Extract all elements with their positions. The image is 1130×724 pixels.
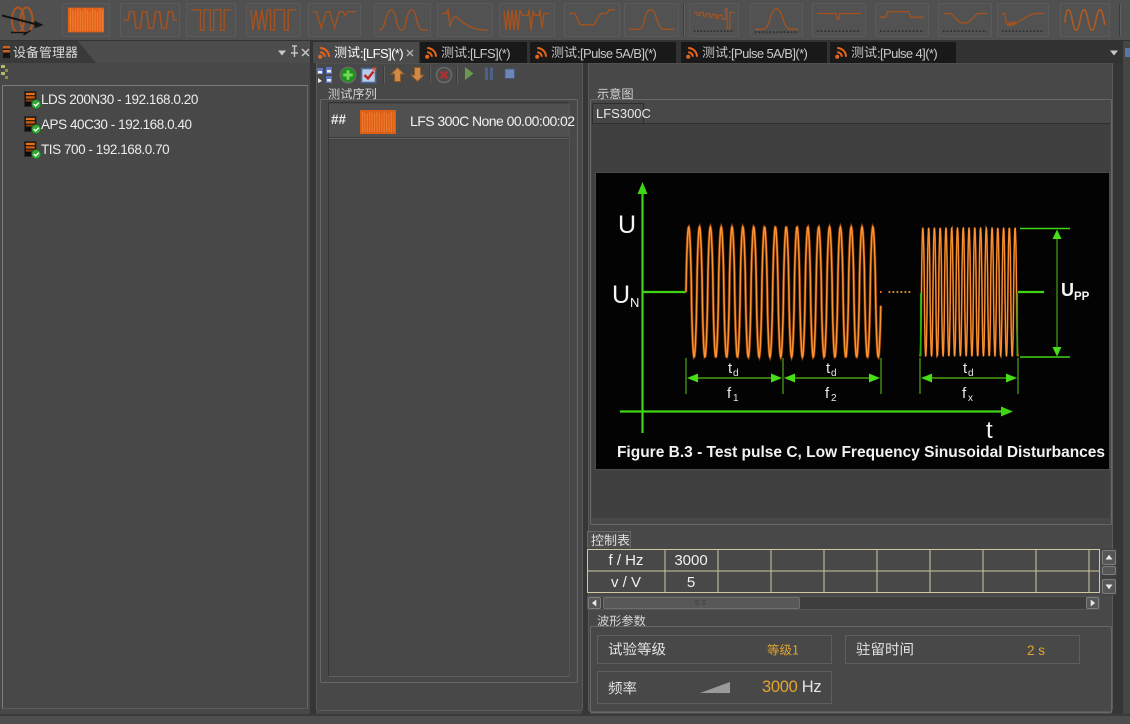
svg-text:PP: PP <box>1074 291 1090 303</box>
svg-text:d: d <box>733 368 739 379</box>
svg-text:2: 2 <box>831 393 837 404</box>
svg-text:f / Hz: f / Hz <box>608 552 643 569</box>
svg-text:U: U <box>618 211 636 239</box>
svg-text:t: t <box>986 417 993 444</box>
svg-text:v / V: v / V <box>611 574 641 591</box>
svg-text:N: N <box>630 295 639 310</box>
svg-text:U: U <box>612 281 630 309</box>
svg-text:1: 1 <box>733 393 739 404</box>
svg-text:3000: 3000 <box>674 552 707 569</box>
svg-text:d: d <box>968 368 974 379</box>
svg-text:d: d <box>831 368 837 379</box>
svg-text:x: x <box>968 393 973 404</box>
svg-text:Figure B.3 - Test pulse C, Low: Figure B.3 - Test pulse C, Low Frequency… <box>617 444 1105 461</box>
svg-text:U: U <box>1061 280 1074 300</box>
svg-text:5: 5 <box>687 574 695 591</box>
